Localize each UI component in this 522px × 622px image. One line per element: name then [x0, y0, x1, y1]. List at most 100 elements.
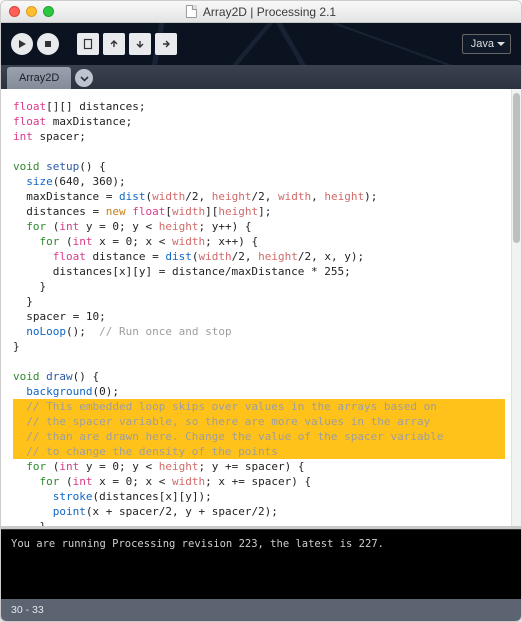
code-token: ][ — [205, 205, 218, 218]
code-token: /2, — [232, 250, 259, 263]
code-token: x = 0; x < — [93, 475, 172, 488]
code-token: float — [13, 115, 46, 128]
export-button[interactable] — [155, 33, 177, 55]
code-token: draw — [46, 370, 73, 383]
code-token — [13, 490, 53, 503]
code-token: } — [13, 280, 46, 293]
toolbar: Java — [1, 23, 521, 65]
code-token: height — [324, 190, 364, 203]
code-token — [13, 235, 40, 248]
highlighted-line: // than are drawn here. Change the value… — [13, 429, 505, 444]
code-token — [13, 460, 26, 473]
mode-label: Java — [471, 38, 494, 50]
titlebar: Array2D | Processing 2.1 — [1, 1, 521, 23]
new-button[interactable] — [77, 33, 99, 55]
code-token — [13, 325, 26, 338]
code-token: width — [152, 190, 185, 203]
code-token: // Run once and stop — [99, 325, 231, 338]
code-token: height — [159, 460, 199, 473]
code-token: int — [59, 220, 79, 233]
code-token: } — [13, 340, 20, 353]
code-token: (640, 360); — [53, 175, 126, 188]
code-token: y = 0; y < — [79, 460, 158, 473]
code-token: [ — [165, 205, 172, 218]
code-token: maxDistance = — [13, 190, 119, 203]
open-icon — [108, 38, 120, 50]
code-token: float — [53, 250, 86, 263]
code-token: distances = — [13, 205, 106, 218]
code-token: int — [13, 130, 33, 143]
code-token: () { — [73, 370, 100, 383]
code-token: background — [26, 385, 92, 398]
code-token: (distances[x][y]); — [93, 490, 212, 503]
code-token: for — [40, 475, 60, 488]
window-title: Array2D | Processing 2.1 — [203, 5, 336, 19]
console: You are running Processing revision 223,… — [1, 529, 521, 599]
code-token: ; x += spacer) { — [205, 475, 311, 488]
close-window-button[interactable] — [9, 6, 20, 17]
code-token: int — [59, 460, 79, 473]
zoom-window-button[interactable] — [43, 6, 54, 17]
tab-label: Array2D — [19, 72, 59, 84]
code-token — [13, 385, 26, 398]
code-token: height — [212, 190, 252, 203]
code-token: x = 0; x < — [93, 235, 172, 248]
save-icon — [134, 38, 146, 50]
code-token: distance = — [86, 250, 165, 263]
code-token — [13, 220, 26, 233]
mode-selector[interactable]: Java — [462, 34, 511, 54]
code-token: float — [132, 205, 165, 218]
code-token: setup — [46, 160, 79, 173]
code-token: for — [40, 235, 60, 248]
code-token: spacer; — [33, 130, 86, 143]
code-token: void — [13, 370, 40, 383]
code-token: int — [73, 235, 93, 248]
editor-area: float[][] distances; float maxDistance; … — [1, 89, 521, 526]
code-editor[interactable]: float[][] distances; float maxDistance; … — [1, 89, 511, 526]
new-file-icon — [82, 38, 94, 50]
code-token: for — [26, 220, 46, 233]
minimize-window-button[interactable] — [26, 6, 37, 17]
code-token: height — [258, 250, 298, 263]
selection-status: 30 - 33 — [11, 604, 44, 616]
tab-array2d[interactable]: Array2D — [7, 67, 71, 89]
window-controls — [9, 6, 54, 17]
code-token: float — [13, 100, 46, 113]
code-token: noLoop — [26, 325, 66, 338]
code-token: , — [311, 190, 324, 203]
code-token: dist — [119, 190, 146, 203]
title-group: Array2D | Processing 2.1 — [186, 5, 336, 19]
status-bar: 30 - 33 — [1, 599, 521, 621]
code-token: () { — [79, 160, 106, 173]
highlighted-line: // the spacer variable, so there are mor… — [13, 414, 505, 429]
editor-scrollbar[interactable] — [511, 89, 521, 526]
code-token: width — [198, 250, 231, 263]
document-icon — [186, 5, 197, 18]
code-token: ; x++) { — [205, 235, 258, 248]
code-token: point — [53, 505, 86, 518]
stop-button[interactable] — [37, 33, 59, 55]
code-token: new — [106, 205, 126, 218]
tab-menu-button[interactable] — [75, 69, 93, 87]
code-token: for — [26, 460, 46, 473]
code-token: ; y += spacer) { — [198, 460, 304, 473]
code-token: } — [13, 295, 33, 308]
code-token: y = 0; y < — [79, 220, 158, 233]
code-token: ( — [46, 220, 59, 233]
code-token: spacer = 10; — [13, 310, 106, 323]
app-window: Array2D | Processing 2.1 — [0, 0, 522, 622]
code-token: ( — [59, 475, 72, 488]
code-token: size — [26, 175, 53, 188]
save-button[interactable] — [129, 33, 151, 55]
code-token: width — [172, 235, 205, 248]
code-token: void — [13, 160, 40, 173]
code-token: [][] distances; — [46, 100, 145, 113]
open-button[interactable] — [103, 33, 125, 55]
scroll-thumb[interactable] — [513, 93, 520, 243]
code-token: height — [218, 205, 258, 218]
code-token — [13, 145, 20, 158]
run-button[interactable] — [11, 33, 33, 55]
export-icon — [160, 38, 172, 50]
code-token: dist — [165, 250, 192, 263]
code-token: stroke — [53, 490, 93, 503]
